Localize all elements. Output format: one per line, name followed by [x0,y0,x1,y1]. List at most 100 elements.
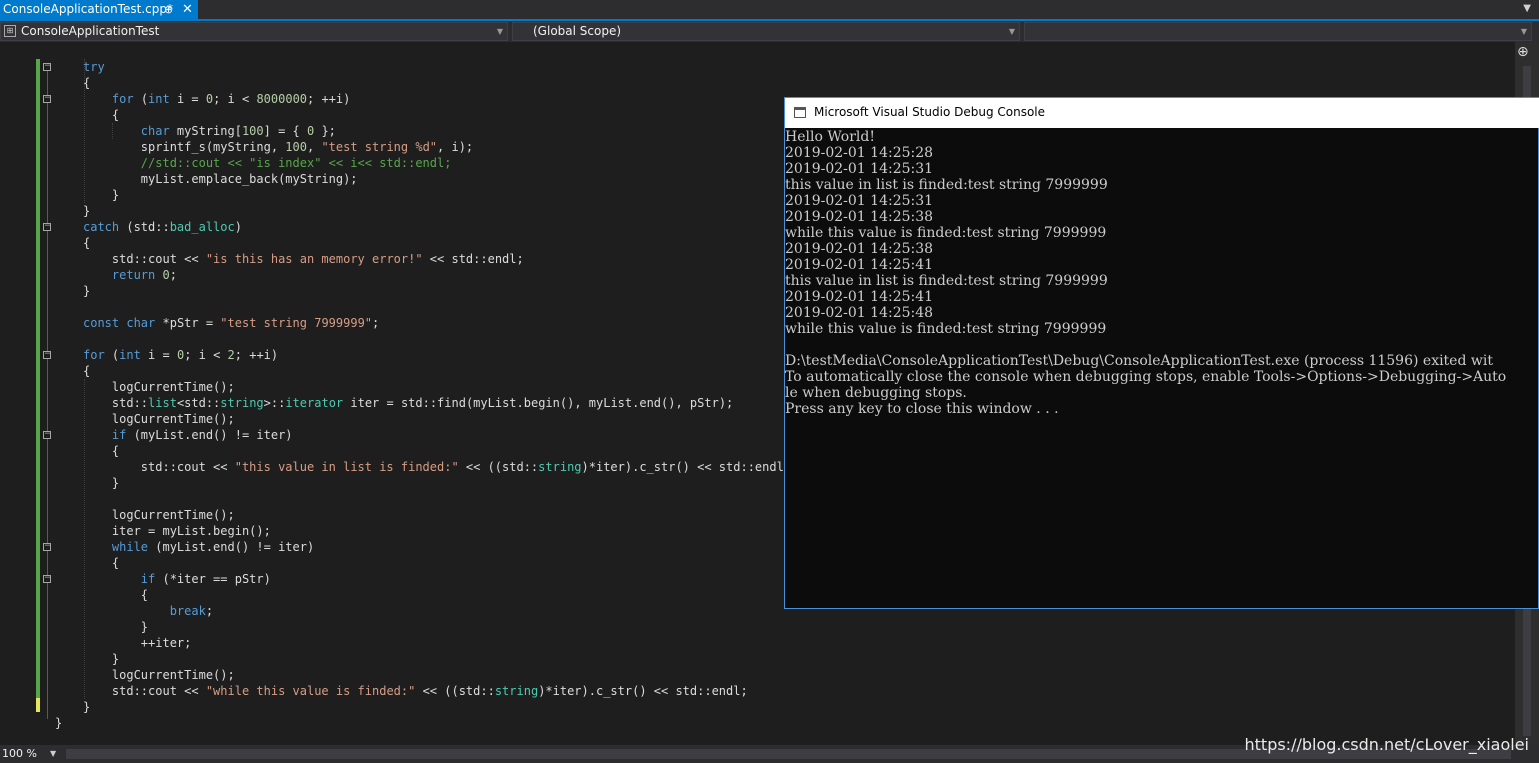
close-icon[interactable]: ✕ [182,0,193,19]
code-token: ++iter; [83,636,192,650]
console-line: 2019-02-01 14:25:48 [785,305,934,321]
code-line[interactable]: char myString[100] = { 0 }; [55,123,791,139]
code-line[interactable]: iter = myList.begin(); [55,523,791,539]
code-line[interactable]: std::cout << "is this has an memory erro… [55,251,791,267]
code-token: myList.emplace_back(myString); [83,172,358,186]
code-token: 2 [227,348,235,362]
code-line[interactable]: logCurrentTime(); [55,667,791,683]
collapse-icon[interactable]: − [43,94,52,103]
document-tab-strip: ConsoleApplicationTest.cpp* ⊕ ✕ ▼ [0,0,1539,21]
code-token: sprintf_s(myString, [83,140,286,154]
code-line[interactable]: return 0; [55,267,791,283]
code-line[interactable]: std::cout << "this value in list is find… [55,459,791,475]
project-dropdown[interactable]: ⊞ ConsoleApplicationTest ▼ [0,22,508,41]
code-line[interactable]: { [55,587,791,603]
project-icon: ⊞ [4,25,16,37]
navigation-bar: ⊞ ConsoleApplicationTest ▼ (Global Scope… [0,21,1539,42]
code-token: logCurrentTime(); [83,412,235,426]
code-line[interactable]: for (int i = 0; i < 2; ++i) [55,347,791,363]
collapse-icon[interactable]: − [43,430,52,439]
console-line: 2019-02-01 14:25:41 [785,257,934,273]
code-line[interactable]: catch (std::bad_alloc) [55,219,791,235]
console-title: Microsoft Visual Studio Debug Console [814,105,1046,119]
code-line[interactable]: for (int i = 0; i < 8000000; ++i) [55,91,791,107]
code-line[interactable]: { [55,107,791,123]
code-token: <std:: [176,396,221,410]
code-line[interactable]: const char *pStr = "test string 7999999"… [55,315,791,331]
console-title-bar[interactable]: Microsoft Visual Studio Debug Console [785,98,1539,128]
code-line[interactable]: sprintf_s(myString, 100, "test string %d… [55,139,791,155]
code-token: iter = std::find(myList.begin(), myList.… [343,396,734,410]
code-token: ; ++i) [307,92,351,106]
debug-console-window[interactable]: Microsoft Visual Studio Debug Console He… [784,97,1539,609]
code-line[interactable]: if (myList.end() != iter) [55,427,791,443]
code-line[interactable]: } [55,475,791,491]
code-line[interactable]: } [55,187,791,203]
code-line[interactable]: } [55,651,791,667]
code-text[interactable]: try{ for (int i = 0; i < 8000000; ++i) {… [55,59,791,731]
code-token: << ((std:: [415,684,495,698]
console-line: 2019-02-01 14:25:38 [785,209,934,225]
code-line[interactable]: //std::cout << "is index" << i<< std::en… [55,155,791,171]
code-line[interactable]: logCurrentTime(); [55,507,791,523]
pin-icon[interactable]: ⊕ [164,0,173,19]
code-line[interactable] [55,491,791,507]
chevron-down-icon: ▼ [50,749,57,758]
collapse-icon[interactable]: − [43,62,52,71]
code-line[interactable]: std::cout << "while this value is finded… [55,683,791,699]
member-dropdown[interactable]: ▼ [1024,22,1532,41]
console-line: 2019-02-01 14:25:41 [785,289,934,305]
code-line[interactable] [55,331,791,347]
tab-dropdown-icon[interactable]: ▼ [1523,3,1531,14]
code-token: *pStr = [155,316,221,330]
code-token: "test string %d" [321,140,438,154]
code-token: std::cout << [83,460,235,474]
code-line[interactable] [55,299,791,315]
scope-dropdown[interactable]: (Global Scope) ▼ [512,22,1020,41]
code-line[interactable]: if (*iter == pStr) [55,571,791,587]
tab-consoleapplicationtest-cpp[interactable]: ConsoleApplicationTest.cpp* ⊕ ✕ [0,0,198,19]
collapse-icon[interactable]: − [43,222,52,231]
code-line[interactable]: { [55,555,791,571]
code-line[interactable]: { [55,363,791,379]
console-output[interactable]: Hello World! 2019-02-01 14:25:28 2019-02-0… [785,129,1538,608]
collapse-icon[interactable]: − [43,574,52,583]
code-line[interactable]: myList.emplace_back(myString); [55,171,791,187]
zoom-level-dropdown[interactable]: 100 % ▼ [0,745,58,763]
console-line: while this value is finded:test string 7… [785,321,1107,337]
code-token: (*iter == pStr) [155,572,271,586]
code-token: const [83,316,120,330]
code-line[interactable]: logCurrentTime(); [55,411,791,427]
code-line[interactable]: std::list<std::string>::iterator iter = … [55,395,791,411]
code-token: 0 [162,268,170,282]
code-token: char [140,124,170,138]
code-token: ; ++i) [234,348,279,362]
code-token: << ((std:: [458,460,539,474]
code-line[interactable]: break; [55,603,791,619]
collapse-icon[interactable]: − [43,350,52,359]
code-line[interactable]: } [55,283,791,299]
split-window-icon[interactable]: ⊕ [1517,44,1529,60]
code-line[interactable]: } [55,619,791,635]
code-line[interactable]: while (myList.end() != iter) [55,539,791,555]
code-line[interactable]: } [55,715,791,731]
code-line[interactable]: } [55,699,791,715]
code-token: //std::cout << "is index" << i<< std::en… [140,156,452,170]
code-token: } [83,284,91,298]
code-line[interactable]: } [55,203,791,219]
code-line[interactable]: { [55,443,791,459]
code-line[interactable]: logCurrentTime(); [55,379,791,395]
code-line[interactable]: { [55,75,791,91]
code-token: int [119,348,141,362]
code-token: } [83,652,120,666]
console-line: Hello World! [785,129,875,145]
code-line[interactable]: ++iter; [55,635,791,651]
code-token: "test string 7999999" [220,316,373,330]
collapse-icon[interactable]: − [43,542,52,551]
code-line[interactable]: { [55,235,791,251]
code-line[interactable]: try [55,59,791,75]
code-token: std::cout << [83,684,206,698]
